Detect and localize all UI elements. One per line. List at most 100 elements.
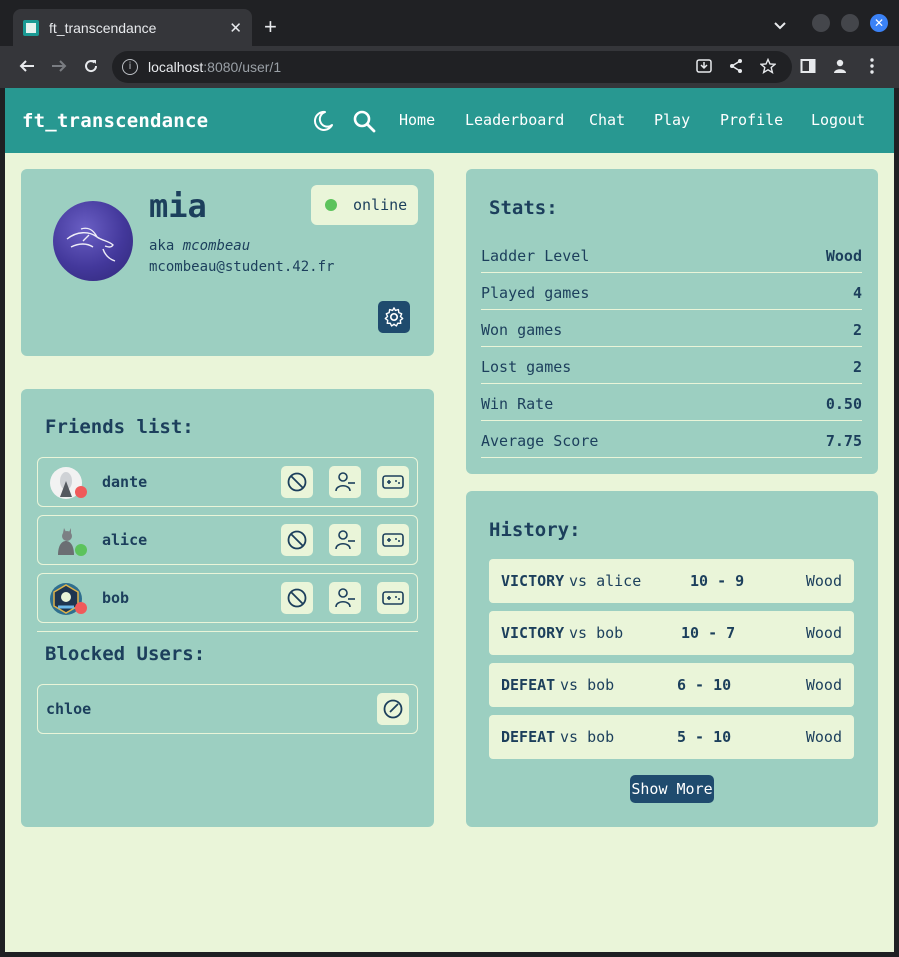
avatar [53,201,133,281]
match-score: 10 - 7 [681,624,736,642]
tab-close-icon[interactable]: ✕ [229,19,242,37]
nav-profile[interactable]: Profile [720,111,783,129]
history-row: DEFEAT vs bob 6 - 10 Wood [489,663,854,707]
nav-logout[interactable]: Logout [811,111,865,129]
nav-leaderboard[interactable]: Leaderboard [465,111,564,129]
remove-friend-button[interactable] [329,524,361,556]
match-result: VICTORY [501,572,565,590]
blocked-users-title: Blocked Users: [45,643,206,665]
divider [37,631,418,632]
stat-row: Won games 2 [481,310,862,347]
brand-logo[interactable]: ft_transcendance [22,110,208,132]
email: mcombeau@student.42.fr [149,259,335,275]
search-icon[interactable] [351,108,377,134]
bookmark-star-icon[interactable] [756,54,780,78]
user-minus-icon [335,530,355,550]
install-icon[interactable] [692,54,716,78]
forward-icon[interactable] [47,54,71,78]
browser-tabstrip: ft_transcendance ✕ + ✕ [0,0,899,46]
stat-value: Wood [825,247,862,265]
url-host: localhost [148,59,204,75]
share-icon[interactable] [724,54,748,78]
new-tab-icon[interactable]: + [264,16,277,38]
stat-row: Ladder Level Wood [481,236,862,273]
browser-menu-icon[interactable] [860,54,884,78]
window-close-button[interactable]: ✕ [870,14,888,32]
tab-title: ft_transcendance [49,19,157,36]
browser-tab[interactable]: ft_transcendance ✕ [13,9,252,46]
stat-row: Lost games 2 [481,347,862,384]
friend-name[interactable]: alice [102,531,147,549]
match-score: 6 - 10 [677,676,732,694]
block-button[interactable] [281,524,313,556]
match-score: 5 - 10 [677,728,732,746]
stat-label: Average Score [481,432,599,450]
friend-name[interactable]: dante [102,473,147,491]
match-result: VICTORY [501,624,565,642]
block-button[interactable] [281,582,313,614]
invite-game-button[interactable] [377,582,409,614]
user-minus-icon [335,472,355,492]
back-icon[interactable] [15,54,39,78]
match-opponent: vs bob [560,728,615,746]
address-bar[interactable]: i localhost:8080/user/1 [112,51,792,83]
gamepad-icon [382,533,404,547]
friend-row: dante [37,457,418,507]
dragon-logo-icon [66,227,116,262]
friends-title: Friends list: [45,416,194,438]
stat-row: Win Rate 0.50 [481,384,862,421]
match-opponent: vs bob [560,676,615,694]
dark-mode-moon-icon[interactable] [310,108,336,134]
profile-card: mia aka mcombeau mcombeau@student.42.fr … [21,169,434,356]
friend-name[interactable]: bob [102,589,129,607]
gear-icon [384,307,404,327]
friend-status-dot [75,544,87,556]
nav-home[interactable]: Home [399,111,435,129]
stat-row: Played games 4 [481,273,862,310]
username: mia [149,187,207,225]
stat-label: Ladder Level [481,247,590,265]
stats-card: Stats: Ladder Level Wood Played games 4 … [466,169,878,474]
aka-prefix: aka [149,238,175,254]
reload-icon[interactable] [79,54,103,78]
block-icon [287,530,307,550]
login-name: mcombeau [182,238,251,254]
remove-friend-button[interactable] [329,466,361,498]
nav-play[interactable]: Play [654,111,690,129]
match-level: Wood [805,728,842,746]
minimize-button[interactable] [812,14,830,32]
match-opponent: vs alice [569,572,642,590]
show-more-button[interactable]: Show More [630,775,714,803]
site-info-icon[interactable]: i [122,59,138,75]
stat-value: 7.75 [825,432,862,450]
stat-value: 2 [852,358,862,376]
url-path: :8080/user/1 [203,59,282,75]
history-row: DEFEAT vs bob 5 - 10 Wood [489,715,854,759]
block-button[interactable] [281,466,313,498]
invite-game-button[interactable] [377,524,409,556]
history-row: VICTORY vs alice 10 - 9 Wood [489,559,854,603]
gamepad-icon [382,591,404,605]
profile-icon[interactable] [828,54,852,78]
match-level: Wood [805,676,842,694]
block-icon [287,588,307,608]
history-title: History: [489,519,581,541]
stat-label: Won games [481,321,563,339]
gamepad-icon [382,475,404,489]
side-panel-icon[interactable] [796,54,820,78]
tab-search-chevron-icon[interactable] [774,18,786,34]
remove-friend-button[interactable] [329,582,361,614]
match-result: DEFEAT [501,728,556,746]
stat-value: 0.50 [825,395,862,413]
user-minus-icon [335,588,355,608]
invite-game-button[interactable] [377,466,409,498]
favicon-icon [23,19,39,36]
unblock-button[interactable] [377,693,409,725]
history-row: VICTORY vs bob 10 - 7 Wood [489,611,854,655]
settings-button[interactable] [378,301,410,333]
blocked-user-name[interactable]: chloe [46,700,91,718]
maximize-button[interactable] [841,14,859,32]
block-icon [287,472,307,492]
nav-chat[interactable]: Chat [589,111,625,129]
status-badge: online [311,185,418,225]
